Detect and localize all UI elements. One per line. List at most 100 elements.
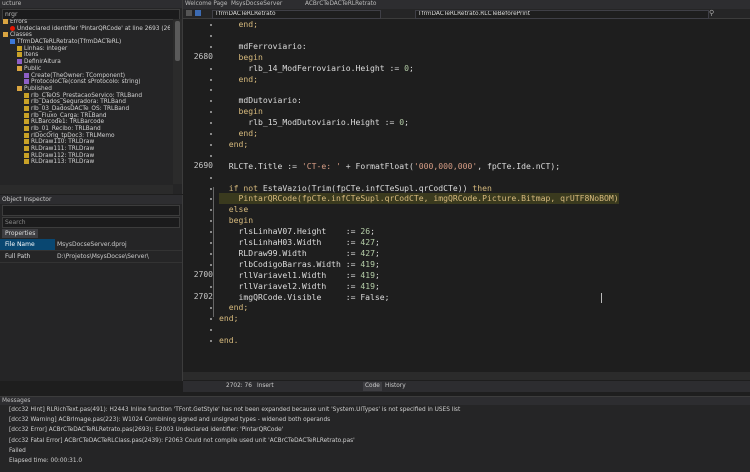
code-line[interactable]: begin [219,215,253,226]
message-line[interactable]: [dcc32 Hint] RLRichText.pas(491): H2443 … [0,405,750,415]
code-editor[interactable]: 2680 2690 2700 2702 end; mdFerroviario: beg… [183,19,750,372]
code-line[interactable]: rllVariavel2.Width := 419; [219,281,379,292]
tree-node[interactable]: rlb_Dados_Seguradora: TRLBand [0,99,170,106]
property-value[interactable]: D:\Projetos\MsysDocse\Server\ [55,251,182,262]
editor-tab-bar: Welcome Page MsysDocseServer ACBrCTeDACT… [183,0,750,9]
message-line[interactable]: Elapsed time: 00:00:31.0 [0,456,750,466]
method-combo[interactable]: TfrmDACTeRLRetrato.RLCTeBeforePrint [415,10,709,19]
tab-welcome-page[interactable]: Welcome Page [185,0,227,9]
message-line[interactable]: [dcc32 Fatal Error] ACBrCTeDACTeRLClass.… [0,436,750,446]
object-selector-combo[interactable] [2,205,180,216]
code-line[interactable]: RLDraw99.Width := 427; [219,247,380,259]
field-icon [24,146,29,152]
tree-node[interactable]: Errors [0,19,170,26]
folder-icon [17,65,22,71]
tree-node-label: Errors [10,19,28,25]
tree-node[interactable]: rlb_01_Recibo: TRLBand [0,126,170,133]
code-token: rlsLinhaH03.Width := [219,237,361,247]
code-line[interactable]: mdFerroviario: [219,41,306,52]
tab-acbr-dacte-retrato[interactable]: ACBrCTeDACTeRLRetrato [301,0,376,9]
method-icon [17,59,22,65]
code-line[interactable]: rlsLinhaV07.Height := 26; [219,226,375,237]
line-number: 2690 [193,160,213,170]
tree-node[interactable]: DefinirAltura [0,59,170,66]
search-icon[interactable]: ⚲ [709,9,714,17]
code-token: if not [228,182,258,193]
code-line[interactable]: RLCTe.Title := 'CT-e: ' + FormatFloat('0… [219,161,560,172]
tab-msysdocse-server[interactable]: MsysDocseServer [227,0,282,9]
tree-node[interactable]: rlb_03_DadosDACTe_OS: TRLBand [0,105,170,113]
line-marker [210,329,212,332]
line-marker [210,263,212,266]
code-line[interactable]: rlsLinhaH03.Width := 427; [219,237,380,248]
code-line[interactable]: rlbCodigoBarras.Width := 419; [219,259,379,270]
code-token: ; [370,226,375,237]
code-line[interactable]: end; [219,128,258,139]
code-line[interactable]: mdDutoviario: [219,95,301,106]
tree-node[interactable]: Linhas: integer [0,45,170,53]
tree-node[interactable]: ProtocoloCTe(const sProtocolo: string) [0,79,170,86]
property-row[interactable]: File Name MsysDocseServer.dproj [0,239,182,251]
code-line[interactable]: if not EstaVazio(Trim(fpCTe.infCTeSupl.q… [219,183,492,194]
tree-node[interactable]: rlb_CTeOS_PrestacaoServico: TRLBand [0,92,170,100]
tree-node[interactable]: Public [0,65,170,73]
field-icon [24,105,29,111]
code-token: ; [374,247,380,258]
code-token: ; [374,237,380,247]
code-line[interactable]: end. [219,335,239,346]
code-line[interactable]: rlb_14_ModFerroviario.Height := 0; [219,63,414,74]
message-line[interactable]: [dcc32 Warning] ACBrImage.pas(223): W102… [0,415,750,425]
tree-node[interactable]: rlb_Fluxo_Carga: TRLBand [0,112,170,120]
structure-horizontal-scrollbar[interactable] [0,185,173,194]
message-line[interactable]: Failed [0,446,750,456]
property-name: File Name [0,239,55,250]
code-line[interactable]: rlb_15_ModDutoviario.Height := 0; [219,117,409,128]
object-inspector-search-input[interactable]: Search [2,217,180,228]
tab-code[interactable]: Code [363,382,382,391]
code-line[interactable]: end; [219,139,249,150]
editor-status-bar: 2702: 76 Insert Code History [183,381,750,392]
code-line[interactable]: begin [219,52,262,63]
tree-node[interactable]: RLDraw112: TRLDraw [0,152,170,160]
tree-node[interactable]: Published [0,85,170,93]
tree-node[interactable]: Classes [0,32,170,39]
message-line[interactable]: [dcc32 Error] ACBrCTeDACTeRLRetrato.pas(… [0,425,750,435]
line-marker [210,143,212,146]
field-icon [24,152,29,158]
code-line[interactable]: end; [219,313,239,324]
scrollbar-thumb[interactable] [175,21,180,61]
tree-node[interactable]: RLDraw113: TRLDraw [0,159,170,166]
code-line[interactable]: end; [219,302,249,313]
code-token: end; [219,302,249,313]
code-line[interactable]: PintarQRCode(fpCTe.infCTeSupl.qrCodCTe, … [219,193,619,205]
code-token: + FormatFloat( [340,160,414,171]
tab-history[interactable]: History [383,382,408,391]
method-icon [24,72,29,78]
tab-properties[interactable]: Properties [2,229,39,238]
property-row[interactable]: Full Path D:\Projetos\MsysDocse\Server\ [0,251,182,263]
field-icon [24,126,29,131]
code-line[interactable]: imgQRCode.Visible := False; [219,292,389,303]
class-combo[interactable]: TfrmDACTeRLRetrato [212,10,381,19]
back-icon[interactable] [186,10,192,16]
property-grid: File Name MsysDocseServer.dproj Full Path D… [0,239,182,263]
code-line[interactable]: end; [219,74,258,85]
tree-node[interactable]: RLDraw111: TRLDraw [0,146,170,153]
tree-node[interactable]: Undeclared identifier 'PintarQRCode' at … [0,25,170,33]
tree-node[interactable]: RLDraw110: TRLDraw [0,139,170,146]
code-line[interactable]: else [219,204,249,215]
code-area[interactable]: end; mdFerroviario: begin rlb_14_ModFerr… [219,19,750,372]
tree-node[interactable]: RLBarcode1: TRLBarcode [0,119,170,126]
code-line[interactable]: begin [219,106,262,117]
tree-node[interactable]: rlDocOrig_tpDoc3: TRLMemo [0,132,170,140]
tree-node[interactable]: Itens [0,52,170,59]
tree-node[interactable]: Create(TheOwner: TComponent) [0,72,170,80]
line-marker [210,340,212,343]
code-token: 427 [360,237,375,247]
property-value[interactable]: MsysDocseServer.dproj [55,239,182,250]
code-line[interactable]: rllVariavel1.Width := 419; [219,270,379,281]
structure-vertical-scrollbar[interactable] [173,19,182,184]
code-line[interactable]: end; [219,19,258,30]
editor-horizontal-scrollbar[interactable] [183,372,750,380]
tree-node[interactable]: TfrmDACTeRLRetrato(TfrmDACTeRL) [0,39,170,46]
